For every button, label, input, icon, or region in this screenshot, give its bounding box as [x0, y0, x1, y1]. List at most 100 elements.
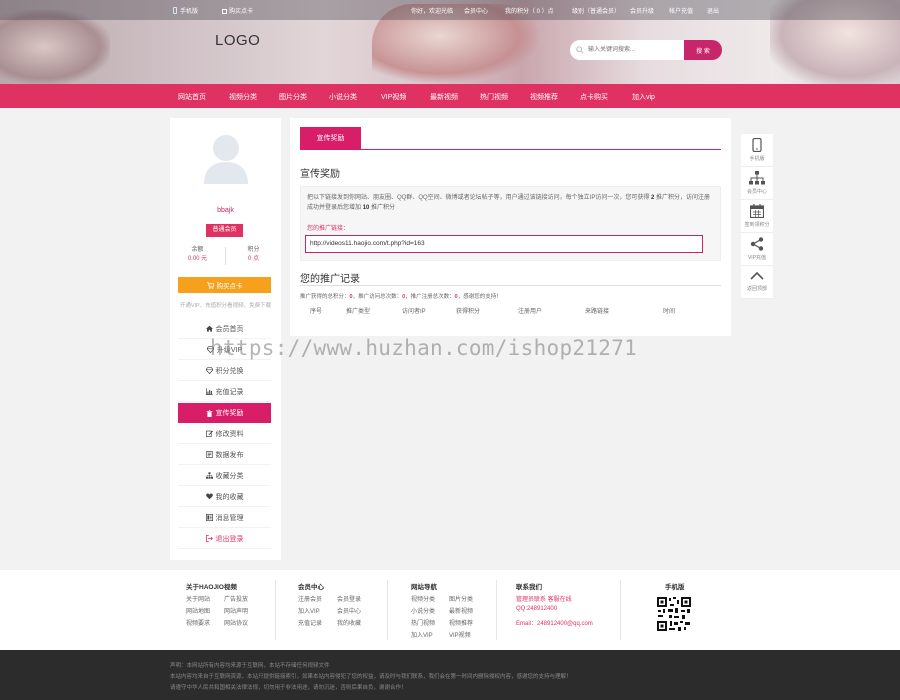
menu-favorite-categories[interactable]: 收藏分类 — [178, 466, 271, 486]
nav-recommended-video[interactable]: 视频推荐 — [530, 92, 558, 102]
buy-card-button[interactable]: 购买点卡 — [178, 277, 271, 293]
points-stat: 积分 0 点 — [226, 246, 281, 264]
footer-link[interactable]: 视频要求 — [186, 618, 210, 627]
footer-link[interactable]: 注册会员 — [298, 594, 322, 603]
search-button[interactable]: 搜 索 — [684, 40, 722, 60]
welcome-text: 你好，欢迎光临 — [411, 9, 454, 15]
footer-link[interactable]: 视频推荐 — [449, 618, 473, 627]
watermark-text: https://www.huzhan.com/ishop21271 — [210, 336, 638, 360]
chart-icon — [205, 388, 213, 395]
footer-link[interactable]: 热门视频 — [411, 618, 435, 627]
float-label: 签到领积分 — [744, 222, 770, 228]
menu-label: 收藏分类 — [215, 472, 244, 480]
nav-latest-video[interactable]: 最新视频 — [430, 92, 458, 102]
menu-label: 会员首页 — [215, 325, 244, 333]
member-level-link[interactable]: 级别（普通会员） — [572, 6, 620, 15]
my-points-link[interactable]: 我的积分（ 0 ）点 — [505, 6, 554, 15]
table-header-time: 时间 — [663, 309, 676, 315]
footer-link[interactable]: 最新视频 — [449, 606, 473, 615]
nav-join-vip[interactable]: 加入vip — [632, 92, 655, 102]
promo-register-points: 10 — [362, 205, 370, 211]
menu-logout[interactable]: 退出登录 — [178, 529, 271, 549]
promotion-panel: 宣传奖励 宣传奖励 把以下链接发到你网站、朋友圈、QQ群、QQ空间、微博或者论坛… — [290, 118, 731, 336]
float-vip-recharge[interactable]: VIP充值 — [741, 233, 773, 266]
footer-contact-line[interactable]: 管理员联系 客服在线 — [516, 594, 572, 603]
message-icon — [205, 514, 213, 521]
float-label: 返回顶部 — [746, 286, 767, 292]
footer-link[interactable]: 加入VIP — [298, 606, 320, 615]
footer-link[interactable]: 我的收藏 — [337, 618, 361, 627]
footer-link[interactable]: 图片分类 — [449, 594, 473, 603]
site-logo[interactable]: LOGO — [215, 32, 260, 49]
footer-link[interactable]: 小说分类 — [411, 606, 435, 615]
footer-divider — [275, 580, 276, 640]
menu-recharge-records[interactable]: 充值记录 — [178, 382, 271, 402]
float-back-to-top[interactable]: 返回顶部 — [741, 266, 773, 299]
footer-link[interactable]: 会员中心 — [337, 606, 361, 615]
nav-buy-card[interactable]: 点卡购买 — [580, 92, 608, 102]
menu-my-favorites[interactable]: 我的收藏 — [178, 487, 271, 507]
float-label: 手机版 — [749, 156, 765, 162]
footer-link[interactable]: 网站协议 — [224, 618, 248, 627]
footer-divider — [496, 580, 497, 640]
footer-link[interactable]: 关于网站 — [186, 594, 210, 603]
promo-link-field[interactable]: http://videos11.haojio.com/t.php?id=163 — [305, 235, 703, 253]
nav-vip-video[interactable]: VIP视频 — [381, 92, 406, 102]
search-input[interactable] — [570, 40, 684, 60]
table-header-visitor-ip: 访问者IP — [402, 309, 426, 315]
vip-upgrade-link[interactable]: 会员升级 — [630, 6, 654, 15]
disclaimer-line: 声明：本网站所有内容均来源于互联网，本站不存储任何视频文件 — [170, 663, 330, 669]
footer-link[interactable]: 会员登录 — [337, 594, 361, 603]
mobile-link[interactable]: 手机版 — [173, 6, 198, 15]
float-member-center[interactable]: 会员中心 — [741, 167, 773, 200]
avatar — [204, 135, 248, 184]
recharge-link[interactable]: 帐户充值 — [669, 6, 693, 15]
float-label: VIP充值 — [747, 255, 767, 261]
footer-link[interactable]: 充值记录 — [298, 618, 322, 627]
promo-text-1: 把以下链接发到你网站、朋友圈、QQ群、QQ空间、微博或者论坛帖子等，用户通过该链… — [307, 195, 650, 201]
logout-link[interactable]: 退出 — [707, 6, 719, 15]
buy-card-link[interactable]: 购买点卡 — [222, 6, 253, 15]
records-title: 您的推广记录 — [300, 274, 360, 285]
floating-toolbar: 手机版 会员中心 签到领积分 VIP充值 返回顶部 — [741, 134, 773, 299]
buy-card-note: 开通VIP、充值积分看视频、免费下载 — [179, 303, 272, 309]
footer-nav-title: 网站导航 — [411, 584, 437, 591]
mobile-icon — [752, 137, 762, 153]
footer-member-title: 会员中心 — [298, 584, 324, 591]
promotion-box: 把以下链接发到你网站、朋友圈、QQ群、QQ空间、微博或者论坛帖子等，用户通过该链… — [300, 186, 721, 261]
username: bbajk — [217, 207, 234, 214]
menu-message-management[interactable]: 消息管理 — [178, 508, 271, 528]
nav-hot-video[interactable]: 热门视频 — [480, 92, 508, 102]
mobile-icon — [173, 7, 177, 14]
footer-link[interactable]: VIP视频 — [449, 630, 471, 639]
member-center-link[interactable]: 会员中心 — [464, 6, 488, 15]
nav-video-category[interactable]: 视频分类 — [229, 92, 257, 102]
footer-about-title: 关于HAOJIO视频 — [186, 584, 237, 591]
footer-disclaimer: 声明：本网站所有内容均来源于互联网，本站不存储任何视频文件 本站内容均来自于互联… — [0, 650, 900, 700]
footer-contact-email[interactable]: Email：248912400@qq.com — [516, 618, 593, 627]
tab-promotion-reward[interactable]: 宣传奖励 — [300, 127, 361, 149]
footer-link[interactable]: 加入VIP — [411, 630, 433, 639]
float-mobile[interactable]: 手机版 — [741, 134, 773, 167]
menu-promotion-reward[interactable]: 宣传奖励 — [178, 403, 271, 423]
menu-data-publish[interactable]: 数据发布 — [178, 445, 271, 465]
menu-label: 宣传奖励 — [215, 410, 244, 417]
footer-link[interactable]: 广告投放 — [224, 594, 248, 603]
float-label: 会员中心 — [746, 189, 767, 195]
buy-card-label: 购买点卡 — [216, 283, 243, 290]
logout-icon — [205, 535, 213, 542]
nav-home[interactable]: 网站首页 — [178, 92, 206, 102]
footer-link[interactable]: 网站地图 — [186, 606, 210, 615]
footer-divider — [620, 580, 621, 640]
nav-novel-category[interactable]: 小说分类 — [329, 92, 357, 102]
search-icon — [576, 46, 584, 54]
menu-edit-profile[interactable]: 修改资料 — [178, 424, 271, 444]
footer-link[interactable]: 网站声明 — [224, 606, 248, 615]
menu-points-exchange[interactable]: 积分兑换 — [178, 361, 271, 381]
footer-contact-qq[interactable]: QQ:248912400 — [516, 606, 557, 612]
share-icon — [750, 237, 764, 251]
float-checkin[interactable]: 签到领积分 — [741, 200, 773, 233]
footer-link[interactable]: 视频分类 — [411, 594, 435, 603]
nav-image-category[interactable]: 图片分类 — [279, 92, 307, 102]
summary-text: ，推广注册总次数： — [405, 294, 455, 300]
